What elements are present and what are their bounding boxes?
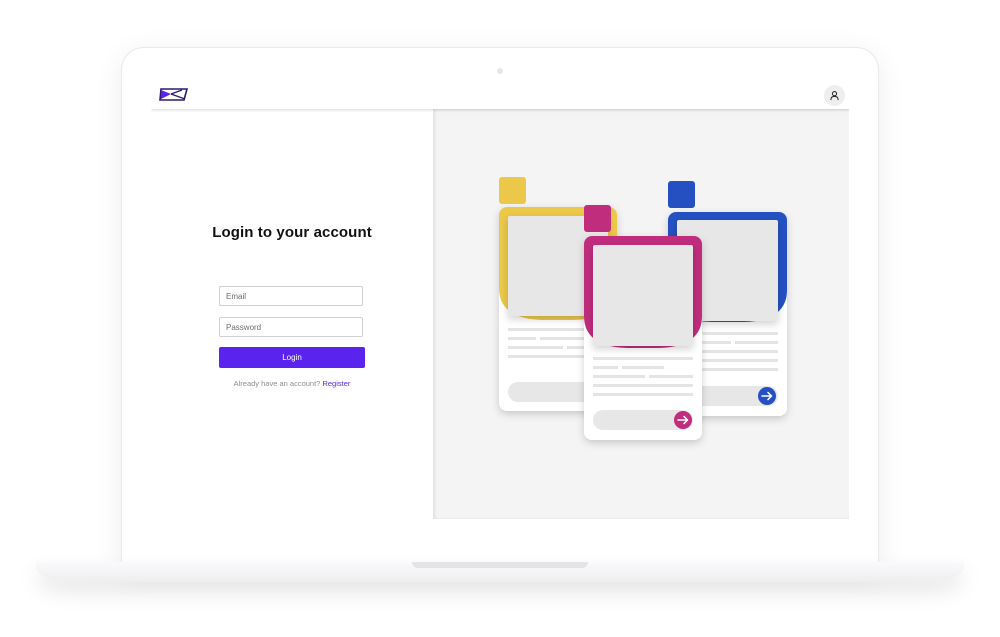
user-icon	[830, 91, 839, 101]
camera-dot	[497, 68, 503, 74]
arrow-right-icon[interactable]	[674, 411, 692, 429]
cards-illustration	[499, 177, 787, 440]
magenta-square-tag	[584, 205, 611, 232]
card-magenta	[584, 205, 702, 440]
arrow-right-icon[interactable]	[758, 387, 776, 405]
screen: Login to your account Login Already have…	[151, 80, 849, 519]
blue-square-tag	[668, 181, 695, 208]
logo-icon[interactable]	[158, 87, 190, 103]
yellow-square-tag	[499, 177, 526, 204]
top-bar	[151, 80, 849, 109]
user-avatar-button[interactable]	[824, 85, 845, 106]
laptop-notch	[412, 562, 588, 568]
